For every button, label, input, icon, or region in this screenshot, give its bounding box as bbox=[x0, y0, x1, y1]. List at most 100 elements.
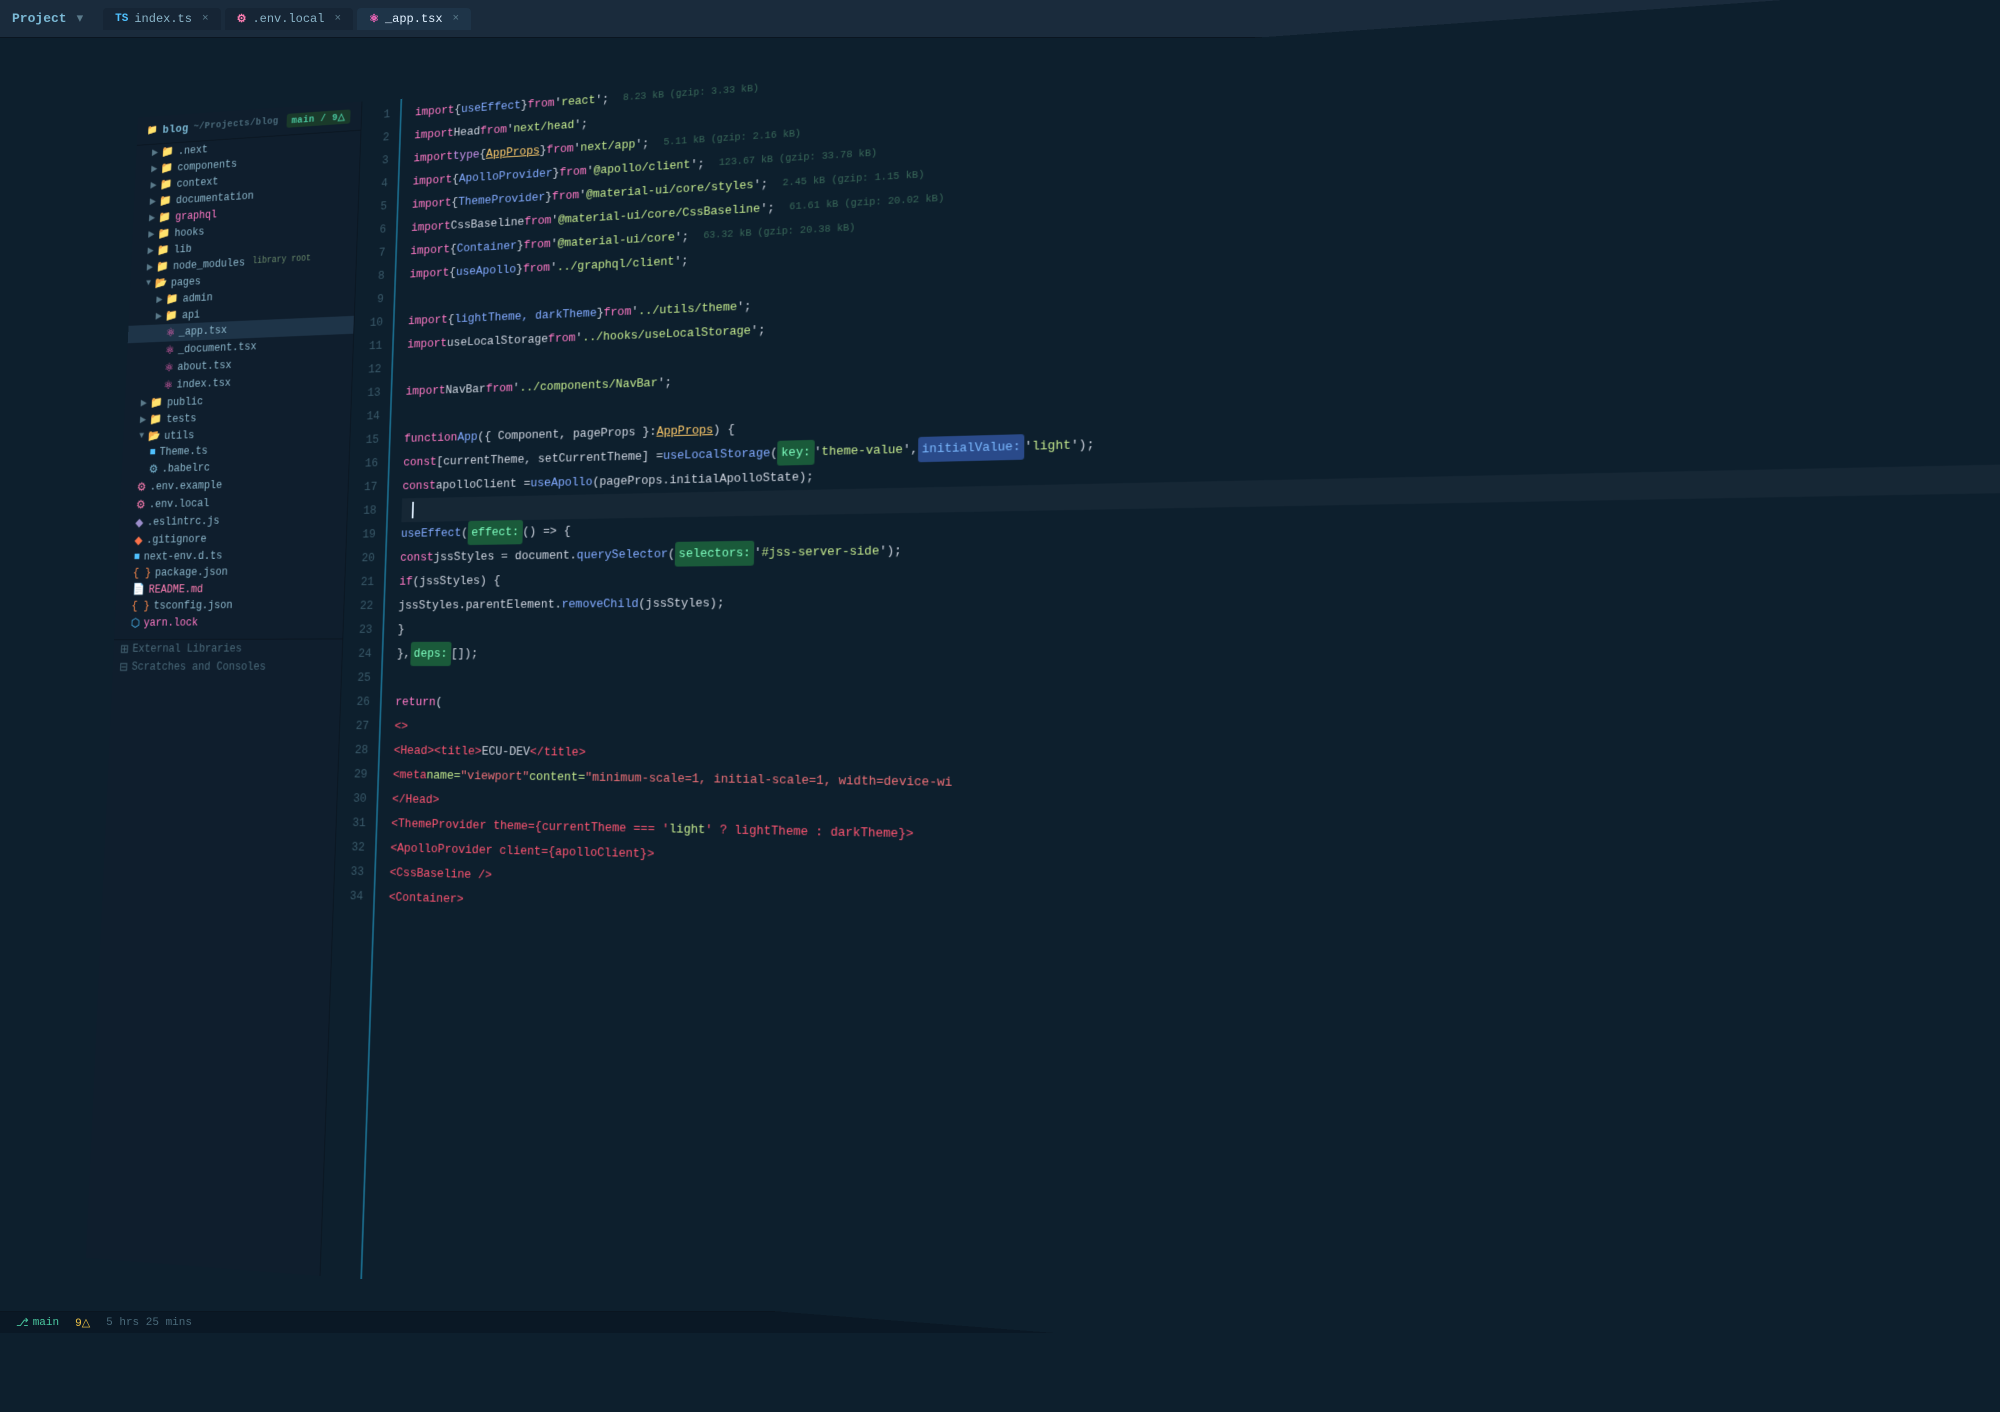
tree-label: hooks bbox=[174, 225, 204, 239]
tree-label: Scratches and Consoles bbox=[131, 661, 266, 674]
code-line-24: }, deps: []); bbox=[397, 637, 2000, 666]
tab-app-tsx[interactable]: ⚛ _app.tsx × bbox=[357, 8, 471, 30]
folder-icon: 📁 bbox=[150, 413, 163, 427]
ide-container: Project ▾ TS index.ts × ⚙ .env.local × ⚛… bbox=[0, 0, 2000, 1333]
chevron-right-icon: ▶ bbox=[152, 147, 158, 158]
tab-env-local[interactable]: ⚙ .env.local × bbox=[225, 8, 354, 30]
tree-label: External Libraries bbox=[132, 642, 242, 655]
md-file-icon: 📄 bbox=[132, 583, 145, 596]
tab-label: _app.tsx bbox=[385, 12, 443, 26]
kw: import bbox=[415, 99, 455, 125]
folder-icon: 📁 bbox=[162, 145, 175, 159]
ts-file-icon: ■ bbox=[134, 551, 141, 564]
sidebar-footer: ⊞ External Libraries ⊟ Scratches and Con… bbox=[113, 638, 343, 676]
folder-open-icon: 📂 bbox=[154, 276, 167, 290]
close-icon[interactable]: × bbox=[202, 13, 209, 25]
generic-file-icon: ⚙ bbox=[149, 462, 159, 476]
json-file-icon: { } bbox=[133, 567, 152, 580]
folder-icon: 📁 bbox=[157, 243, 170, 257]
chevron-right-icon: ▶ bbox=[156, 294, 163, 305]
folder-icon: 📁 bbox=[159, 210, 172, 224]
tree-label: .babelrc bbox=[162, 462, 211, 476]
scratches-item[interactable]: ⊟ Scratches and Consoles bbox=[113, 658, 342, 676]
tree-label: yarn.lock bbox=[143, 616, 198, 629]
folder-icon: 📁 bbox=[157, 260, 170, 274]
tree-label: _app.tsx bbox=[179, 324, 228, 338]
tree-label: admin bbox=[183, 291, 213, 305]
ts-icon: TS bbox=[115, 13, 128, 25]
tree-label: lib bbox=[174, 243, 192, 256]
tree-label: .eslintrc.js bbox=[147, 515, 220, 529]
project-path: ~/Projects/blog bbox=[193, 116, 279, 132]
code-editor[interactable]: import { useEffect } from ' react '; 8.2… bbox=[362, 0, 2000, 1412]
tree-label: context bbox=[176, 175, 218, 190]
tree-label: utils bbox=[164, 429, 195, 442]
external-lib-icon: ⊞ bbox=[120, 642, 129, 656]
chevron-right-icon: ▶ bbox=[147, 262, 154, 273]
chevron-down-icon: ▼ bbox=[146, 279, 151, 289]
tree-label: .env.local bbox=[149, 497, 210, 511]
folder-icon: 📁 bbox=[150, 396, 163, 410]
folder-open-icon: 📂 bbox=[148, 429, 161, 443]
env-file-icon: ⚙ bbox=[136, 498, 146, 512]
tab-label: .env.local bbox=[252, 12, 324, 26]
eslint-file-icon: ◆ bbox=[135, 515, 143, 529]
tree-label: _document.tsx bbox=[178, 340, 257, 356]
tree-label: tsconfig.json bbox=[153, 599, 232, 612]
chevron-right-icon: ▶ bbox=[150, 196, 157, 207]
sidebar: 📁 blog ~/Projects/blog main / 9△ ▶ 📁 .ne… bbox=[86, 102, 362, 1276]
tree-label: components bbox=[177, 158, 237, 174]
tree-item-readme[interactable]: 📄 README.md bbox=[116, 579, 344, 598]
tree-label: package.json bbox=[155, 566, 228, 579]
tree-label: tests bbox=[166, 412, 197, 425]
tree-label: .env.example bbox=[150, 479, 223, 493]
tree-label: public bbox=[167, 395, 204, 409]
external-libraries-item[interactable]: ⊞ External Libraries bbox=[113, 639, 342, 658]
chevron-down-icon: ▼ bbox=[139, 432, 144, 442]
tree-label: Theme.ts bbox=[159, 445, 208, 459]
scratches-icon: ⊟ bbox=[119, 660, 128, 674]
env-icon: ⚙ bbox=[237, 12, 247, 26]
time-label: 5 hrs 25 mins bbox=[106, 1317, 192, 1329]
chevron-right-icon: ▶ bbox=[141, 398, 148, 409]
chevron-right-icon: ▶ bbox=[147, 245, 154, 256]
ts-file-icon: ■ bbox=[149, 446, 156, 459]
close-icon[interactable]: × bbox=[334, 13, 341, 25]
tree-label: graphql bbox=[175, 208, 217, 223]
tree-label: node_modules bbox=[173, 256, 245, 272]
yarn-file-icon: ⬡ bbox=[131, 616, 140, 630]
tsx-file-icon: ⚛ bbox=[164, 361, 174, 375]
tree-label: README.md bbox=[148, 583, 203, 596]
branch-name: main bbox=[33, 1317, 59, 1329]
tree-label: .gitignore bbox=[146, 533, 207, 546]
git-file-icon: ◆ bbox=[134, 533, 142, 547]
close-icon[interactable]: × bbox=[453, 13, 460, 25]
git-icon: ⎇ bbox=[16, 1316, 29, 1330]
tsx-file-icon: ⚛ bbox=[165, 343, 175, 357]
tab-label: index.ts bbox=[134, 12, 192, 26]
tree-item-tsconfig[interactable]: { } tsconfig.json bbox=[115, 596, 344, 614]
folder-icon: 📁 bbox=[159, 194, 172, 208]
chevron-right-icon: ▶ bbox=[149, 213, 156, 224]
title-bar-left: Project ▾ bbox=[12, 11, 83, 26]
folder-icon: 📁 bbox=[165, 309, 178, 323]
code-content[interactable]: 12345 678910 1112131415 1617181920 21222… bbox=[320, 0, 2000, 1412]
tsx-file-icon: ⚛ bbox=[163, 378, 173, 392]
warning-count: 9△ bbox=[75, 1316, 90, 1330]
main-area: 📁 blog ~/Projects/blog main / 9△ ▶ 📁 .ne… bbox=[86, 0, 2000, 1412]
json-file-icon: { } bbox=[131, 600, 150, 613]
folder-icon: 📁 bbox=[161, 161, 174, 175]
chevron-right-icon: ▶ bbox=[150, 180, 157, 191]
dropdown-icon[interactable]: ▾ bbox=[77, 11, 84, 26]
tree-item-yarn-lock[interactable]: ⬡ yarn.lock bbox=[115, 613, 344, 632]
git-branch: ⎇ main bbox=[16, 1316, 59, 1330]
folder-icon: 📁 bbox=[158, 227, 171, 241]
folder-icon: 📁 bbox=[160, 178, 173, 192]
tsx-file-icon: ⚛ bbox=[166, 326, 176, 340]
tree-label: index.tsx bbox=[176, 377, 231, 391]
folder-icon: 📁 bbox=[166, 292, 179, 306]
tree-label: pages bbox=[171, 275, 201, 289]
editor-area: 12345 678910 1112131415 1617181920 21222… bbox=[320, 0, 2000, 1412]
chevron-right-icon: ▶ bbox=[140, 414, 147, 425]
tab-index-ts[interactable]: TS index.ts × bbox=[103, 8, 220, 30]
